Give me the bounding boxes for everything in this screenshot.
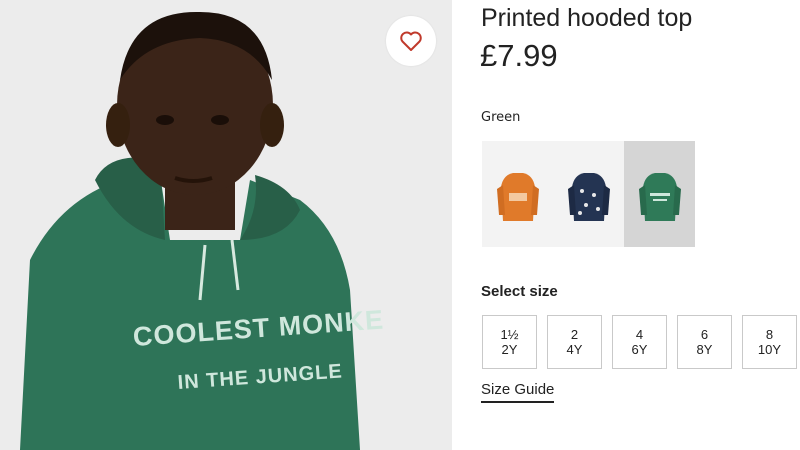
size-option-top: 1½ (500, 327, 519, 342)
size-option-bottom: 8Y (696, 342, 713, 357)
size-option-bottom: 6Y (631, 342, 648, 357)
size-option-bottom: 4Y (566, 342, 583, 357)
size-option-top: 2 (570, 327, 579, 342)
heart-outline-icon (400, 31, 422, 51)
product-price: £7.99 (480, 38, 558, 73)
product-image: COOLEST MONKE IN THE JUNGLE (0, 0, 452, 450)
size-option-4y[interactable]: 2 4Y (547, 315, 602, 369)
swatch-green-hoodie[interactable] (624, 141, 695, 247)
navy-hoodie-thumbnail (567, 173, 610, 221)
size-option-6y[interactable]: 4 6Y (612, 315, 667, 369)
green-hoodie-thumbnail (638, 173, 681, 221)
size-option-10y[interactable]: 8 10Y (742, 315, 797, 369)
size-option-8y[interactable]: 6 8Y (677, 315, 732, 369)
select-size-label: Select size (481, 283, 558, 300)
size-option-bottom: 10Y (757, 342, 782, 357)
swatch-orange-hoodie[interactable] (482, 141, 553, 247)
size-guide-link[interactable]: Size Guide (481, 381, 555, 403)
size-option-top: 8 (765, 327, 774, 342)
swatch-navy-print-hoodie[interactable] (553, 141, 624, 247)
selected-colour-label: Green (481, 110, 521, 125)
favourite-button[interactable] (386, 16, 436, 66)
size-options: 1½ 2Y 2 4Y 4 6Y 6 8Y 8 10Y (482, 315, 797, 369)
size-option-top: 6 (700, 327, 709, 342)
colour-swatches (482, 141, 695, 247)
size-option-bottom: 2Y (501, 342, 518, 357)
size-option-top: 4 (635, 327, 644, 342)
size-option-2y[interactable]: 1½ 2Y (482, 315, 537, 369)
product-title: Printed hooded top (481, 4, 693, 32)
orange-hoodie-thumbnail (496, 173, 539, 221)
